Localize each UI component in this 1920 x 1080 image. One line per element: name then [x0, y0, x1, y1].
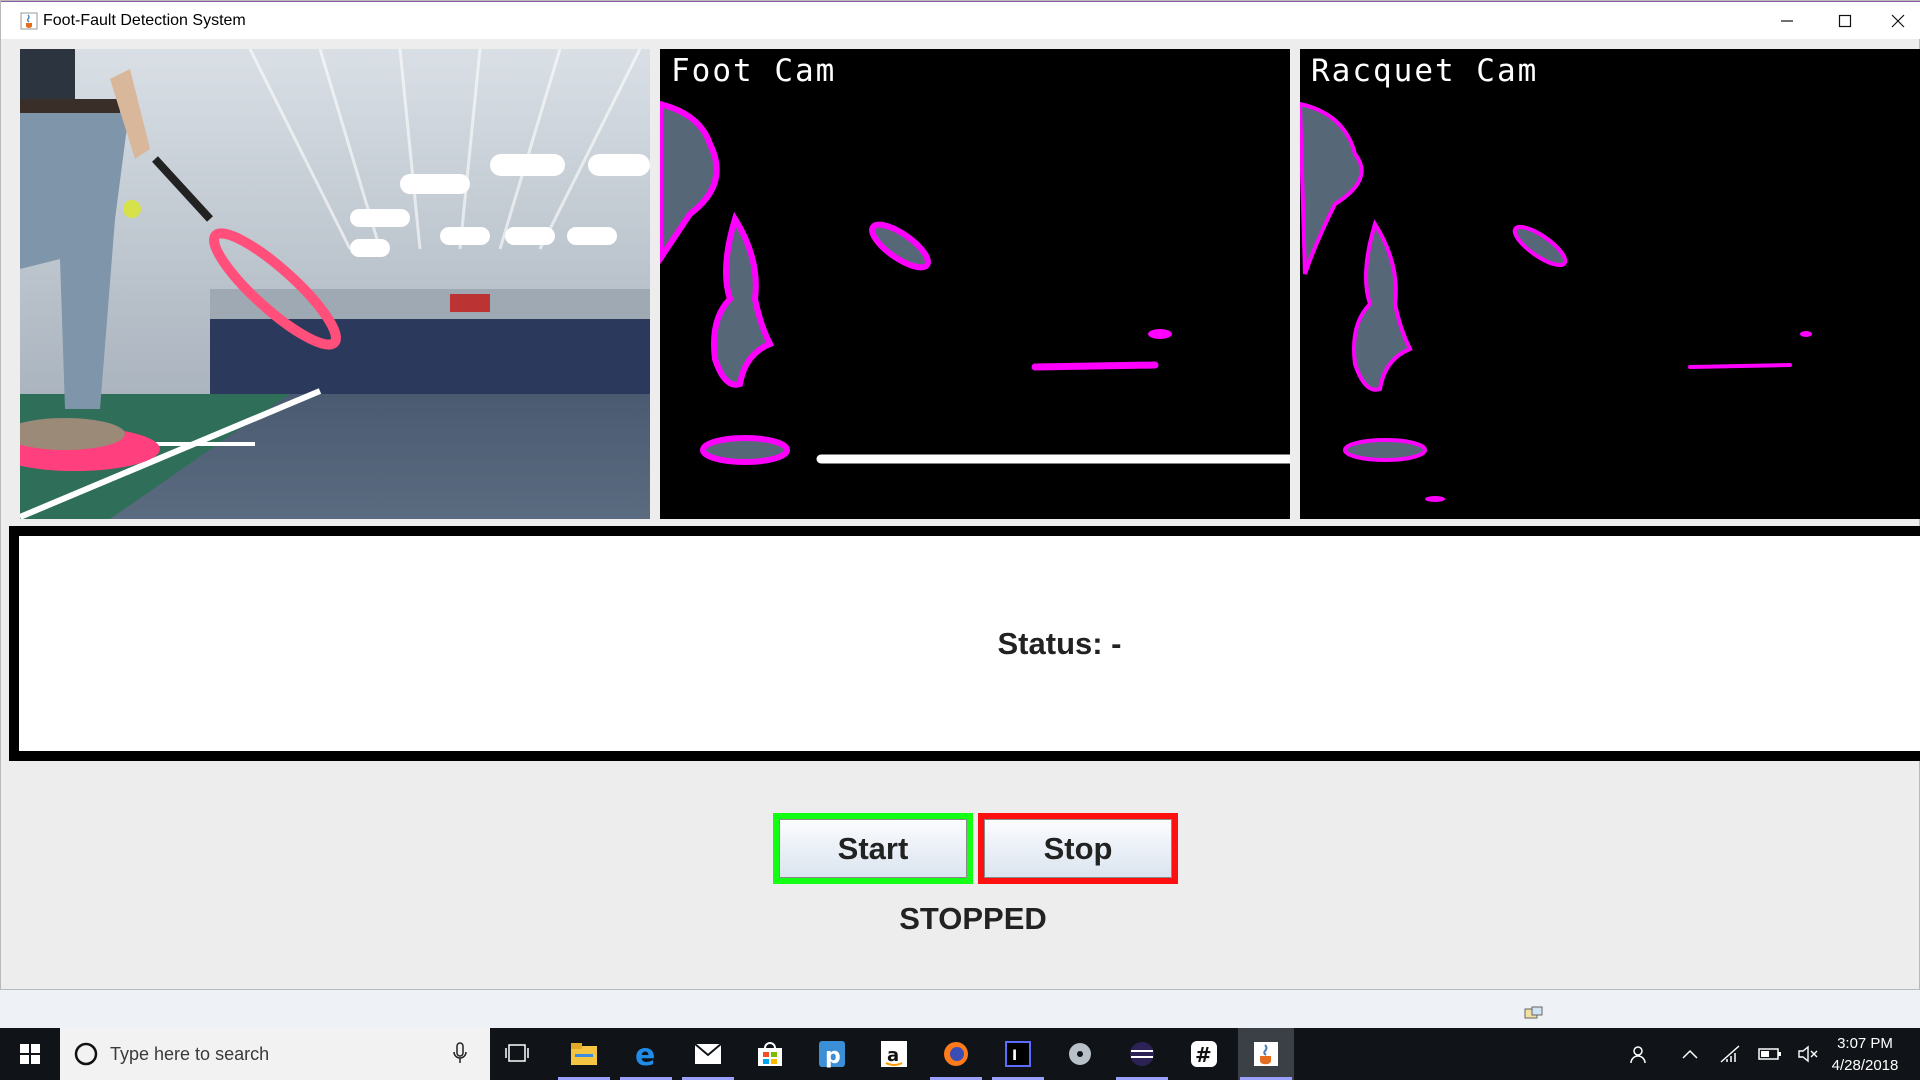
tennis-court-camera-image [20, 49, 650, 519]
svg-text:p: p [825, 1044, 841, 1068]
disc-app-taskbar-button[interactable] [1052, 1028, 1108, 1080]
wifi-icon [1720, 1045, 1740, 1063]
window-title: Foot-Fault Detection System [43, 12, 246, 29]
intellij-icon: I [1005, 1041, 1031, 1067]
folder-icon [571, 1043, 597, 1065]
maximize-icon [1838, 14, 1852, 28]
title-bar: Foot-Fault Detection System [1, 1, 1920, 39]
start-menu-button[interactable] [0, 1028, 60, 1080]
task-view-icon[interactable] [504, 1040, 530, 1066]
store-bag-icon [758, 1042, 782, 1066]
raw-camera-feed [20, 49, 650, 519]
desktop-strip [0, 990, 1920, 1028]
speaker-muted-icon [1798, 1045, 1818, 1063]
svg-text:I: I [1012, 1048, 1017, 1064]
pandora-taskbar-button[interactable]: p [804, 1028, 860, 1080]
chevron-up-icon [1682, 1049, 1698, 1059]
run-state-label: STOPPED [899, 901, 1047, 936]
app-window: Foot-Fault Detection System Foot Cam Rac… [0, 0, 1920, 990]
slack-taskbar-button[interactable]: # [1176, 1028, 1232, 1080]
racquet-cam-label: Racquet Cam [1311, 53, 1539, 89]
svg-text:a: a [887, 1045, 899, 1066]
status-panel: Status: - [9, 526, 1920, 761]
taskbar-clock[interactable]: 3:07 PM 4/28/2018 [1820, 1033, 1910, 1077]
mail-icon [694, 1043, 722, 1064]
maximize-button[interactable] [1816, 2, 1874, 40]
store-taskbar-button[interactable] [742, 1028, 798, 1080]
edge-icon: e [635, 1040, 655, 1068]
people-icon [1630, 1046, 1646, 1064]
volume-button[interactable] [1795, 1028, 1821, 1080]
svg-text:#: # [1195, 1043, 1212, 1067]
amazon-icon: a [881, 1041, 907, 1067]
battery-icon [1758, 1048, 1781, 1060]
foot-cam-label: Foot Cam [671, 53, 837, 89]
java-icon [1254, 1042, 1278, 1066]
search-placeholder: Type here to search [110, 1044, 270, 1064]
minimize-icon [1781, 20, 1793, 22]
amazon-taskbar-button[interactable]: a [866, 1028, 922, 1080]
intellij-taskbar-button[interactable]: I [990, 1028, 1046, 1080]
racquet-cam-view: Racquet Cam [1300, 49, 1920, 519]
java-app-taskbar-button[interactable] [1238, 1028, 1294, 1080]
minimize-button[interactable] [1758, 2, 1816, 40]
disc-icon [1069, 1043, 1091, 1065]
close-icon [1891, 14, 1904, 28]
mail-taskbar-button[interactable] [680, 1028, 736, 1080]
people-button[interactable] [1625, 1028, 1655, 1080]
clock-time: 3:07 PM [1837, 1035, 1893, 1052]
windows-logo-icon [20, 1044, 40, 1064]
battery-button[interactable] [1755, 1028, 1785, 1080]
eclipse-icon [1130, 1042, 1154, 1066]
firefox-icon [944, 1042, 968, 1066]
slack-icon: # [1191, 1041, 1217, 1067]
racquet-cam-mask-image [1300, 101, 1812, 502]
file-explorer-taskbar-button[interactable] [556, 1028, 612, 1080]
cortana-icon [74, 1042, 98, 1066]
foot-cam-mask-image [660, 100, 1290, 465]
eclipse-taskbar-button[interactable] [1114, 1028, 1170, 1080]
start-button[interactable]: Start [779, 819, 967, 878]
stop-button[interactable]: Stop [984, 819, 1172, 878]
stop-button-frame: Stop [978, 813, 1178, 884]
clock-date: 4/28/2018 [1831, 1057, 1899, 1074]
network-button[interactable] [1715, 1028, 1745, 1080]
network-share-icon[interactable] [1524, 1006, 1544, 1020]
edge-taskbar-button[interactable]: e [618, 1028, 674, 1080]
show-hidden-icons-button[interactable] [1675, 1028, 1705, 1080]
svg-text:e: e [635, 1040, 655, 1068]
status-text: Status: - [997, 625, 1122, 661]
microphone-icon[interactable] [452, 1042, 468, 1066]
firefox-taskbar-button[interactable] [928, 1028, 984, 1080]
taskbar-search-box[interactable]: Type here to search [60, 1028, 490, 1080]
foot-cam-view: Foot Cam [660, 49, 1290, 519]
close-button[interactable] [1874, 2, 1920, 40]
start-button-frame: Start [773, 813, 973, 884]
pandora-icon: p [819, 1041, 845, 1068]
taskbar: Type here to search e p a I # 3:07 PM 4/… [0, 1028, 1920, 1080]
java-app-icon [20, 12, 38, 30]
